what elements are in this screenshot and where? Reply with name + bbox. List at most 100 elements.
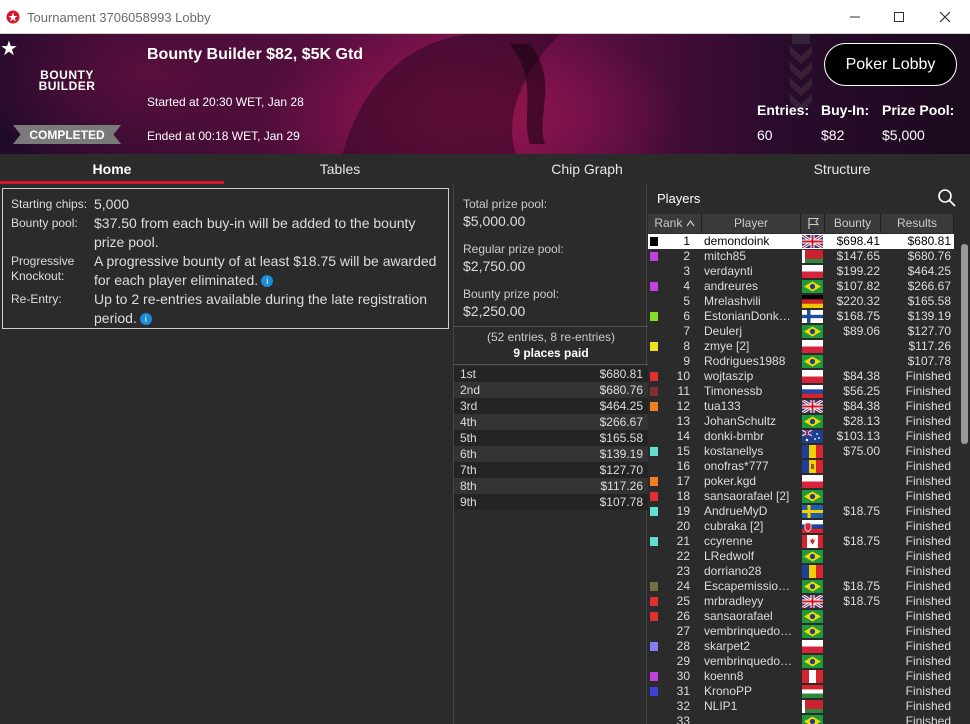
tab-chip-graph[interactable]: Chip Graph	[475, 154, 699, 184]
player-row[interactable]: 29 vembrinquedo… Finished	[648, 654, 954, 669]
country-flag-icon	[802, 310, 823, 323]
player-rank: 32	[676, 699, 690, 713]
close-button[interactable]	[922, 0, 968, 34]
tab-home[interactable]: Home	[0, 154, 224, 184]
player-result: $680.81	[907, 234, 951, 248]
player-result: Finished	[905, 669, 951, 683]
player-row[interactable]: 6 EstonianDonk… $168.75 $139.19	[648, 309, 954, 324]
player-bounty: $84.38	[843, 369, 880, 383]
player-row[interactable]: 3 verdaynti $199.22 $464.25	[648, 264, 954, 279]
player-row[interactable]: 27 vembrinquedo… Finished	[648, 624, 954, 639]
player-bounty: $147.65	[836, 249, 880, 263]
players-scrollbar[interactable]	[959, 234, 970, 724]
column-header-player[interactable]: Player	[702, 214, 801, 233]
rank-header-label: Rank	[654, 216, 683, 230]
player-row[interactable]: 10 wojtaszip $84.38 Finished	[648, 369, 954, 384]
starting-chips-value: 5,000	[94, 196, 130, 212]
player-row[interactable]: 7 Deulerj $89.06 $127.70	[648, 324, 954, 339]
player-rank: 22	[676, 549, 690, 563]
player-color-marker	[650, 447, 658, 456]
player-row[interactable]: 28 skarpet2 Finished	[648, 639, 954, 654]
player-row[interactable]: 1 demondoink $698.41 $680.81	[648, 234, 954, 250]
player-rank: 28	[676, 639, 690, 653]
column-header-rank[interactable]: Rank	[648, 214, 702, 233]
column-header-results[interactable]: Results	[881, 214, 954, 233]
player-row[interactable]: 16 onofras*777 Finished	[648, 459, 954, 474]
payout-row: 8th $117.26	[454, 478, 648, 494]
minimize-button[interactable]	[832, 0, 878, 34]
tab-structure[interactable]: Structure	[730, 154, 954, 184]
player-row[interactable]: 2 mitch85 $147.65 $680.76	[648, 249, 954, 264]
player-row[interactable]: 24 Escapemissio… $18.75 Finished	[648, 579, 954, 594]
scrollbar-thumb[interactable]	[961, 244, 968, 444]
tab-tables[interactable]: Tables	[228, 154, 452, 184]
player-rank: 1	[683, 234, 690, 248]
player-result: Finished	[905, 399, 951, 413]
player-rank: 8	[683, 339, 690, 353]
prize-pool-value: $5,000	[882, 127, 925, 143]
column-header-country[interactable]	[801, 214, 825, 233]
player-row[interactable]: 19 AndrueMyD $18.75 Finished	[648, 504, 954, 519]
player-row[interactable]: 25 mrbradleyy $18.75 Finished	[648, 593, 954, 610]
player-row[interactable]: 9 Rodrigues1988 $107.78	[648, 354, 954, 369]
tab-bar: Home Tables Chip Graph Structure	[0, 154, 970, 184]
player-row[interactable]: 13 JohanSchultz $28.13 Finished	[648, 414, 954, 429]
player-row[interactable]: 8 zmye [2] $117.26	[648, 339, 954, 354]
player-row[interactable]: 15 kostanellys $75.00 Finished	[648, 444, 954, 459]
player-color-marker	[650, 342, 658, 351]
country-flag-icon	[802, 295, 823, 308]
player-row[interactable]: 30 koenn8 Finished	[648, 669, 954, 684]
player-row[interactable]: 31 KronoPP Finished	[648, 684, 954, 699]
player-color-marker	[650, 492, 658, 501]
player-result: Finished	[905, 699, 951, 713]
payout-place: 3rd	[460, 399, 478, 413]
search-icon[interactable]	[937, 188, 957, 208]
bounty-builder-logo: BOUNTY BUILDER	[30, 69, 104, 93]
pko-label-line-2: Knockout:	[11, 269, 65, 283]
country-flag-icon	[802, 340, 823, 353]
player-result: Finished	[905, 519, 951, 533]
player-name: Deulerj	[704, 324, 743, 338]
player-rank: 18	[676, 489, 690, 503]
info-icon[interactable]: i	[139, 313, 152, 326]
player-row[interactable]: 5 Mrelashvili $220.32 $165.58	[648, 294, 954, 309]
player-result: Finished	[905, 564, 951, 578]
player-row[interactable]: 23 dorriano28 Finished	[648, 564, 954, 579]
player-row[interactable]: 11 Timonessb $56.25 Finished	[648, 384, 954, 399]
maximize-button[interactable]	[876, 0, 922, 34]
country-flag-icon	[802, 325, 823, 338]
poker-lobby-button[interactable]: Poker Lobby	[824, 43, 957, 86]
pko-label-line-1: Progressive	[11, 254, 75, 268]
player-row[interactable]: 22 LRedwolf Finished	[648, 549, 954, 564]
player-row[interactable]: 17 poker.kgd Finished	[648, 474, 954, 489]
maximize-icon	[894, 12, 904, 22]
player-bounty: $18.75	[843, 579, 880, 593]
window-title: Tournament 3706058993 Lobby	[27, 10, 211, 25]
player-name: demondoink	[704, 234, 770, 248]
logo-line-2: BUILDER	[38, 79, 96, 93]
player-row[interactable]: 14 donki-bmbr $103.13 Finished	[648, 429, 954, 444]
player-result: Finished	[905, 534, 951, 548]
country-flag-icon	[802, 475, 823, 488]
total-prize-value: $5,000.00	[463, 213, 526, 229]
player-row[interactable]: 18 sansaorafael [2] Finished	[648, 489, 954, 504]
favorite-star-icon[interactable]: ★	[0, 36, 18, 61]
bounty-pool-value: $37.50 from each buy-in will be added to…	[94, 215, 416, 250]
player-row[interactable]: 32 NLIP1 Finished	[648, 699, 954, 714]
player-row[interactable]: 21 ccyrenne $18.75 Finished	[648, 534, 954, 549]
info-icon[interactable]: i	[261, 275, 274, 288]
buyin-value: $82	[821, 127, 845, 143]
player-row[interactable]: 20 cubraka [2] Finished	[648, 519, 954, 534]
player-name: verdaynti	[704, 264, 753, 278]
column-header-bounty[interactable]: Bounty	[825, 214, 881, 233]
prize-pool-panel: Total prize pool: $5,000.00 Regular priz…	[453, 184, 648, 724]
player-row[interactable]: 12 tua133 $84.38 Finished	[648, 398, 954, 415]
player-name: KronoPP	[704, 684, 753, 698]
payout-amount: $464.25	[599, 399, 643, 413]
player-rank: 23	[676, 564, 690, 578]
payout-place: 5th	[460, 431, 477, 445]
player-row[interactable]: 26 sansaorafael Finished	[648, 609, 954, 624]
player-row[interactable]: 4 andreures $107.82 $266.67	[648, 279, 954, 294]
player-row[interactable]: 33 Finished	[648, 714, 954, 724]
divider	[454, 326, 648, 327]
